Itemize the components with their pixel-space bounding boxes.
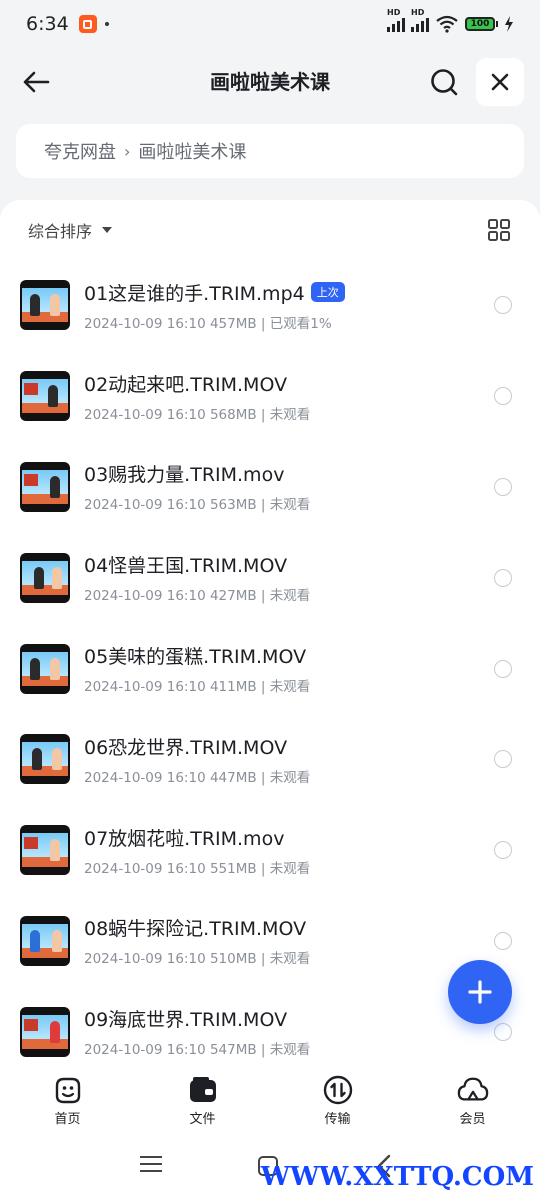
last-watched-badge: 上次 xyxy=(310,282,345,303)
nav-files-label: 文件 xyxy=(189,1112,216,1127)
file-row[interactable]: 06恐龙世界.TRIM.MOV 2024-10-09 16:10 447MB |… xyxy=(0,714,540,805)
select-checkbox[interactable] xyxy=(494,477,512,496)
watermark: WWW.XXTTQ.COM xyxy=(260,1162,534,1192)
video-thumbnail xyxy=(20,552,70,603)
nav-transfer-label: 传输 xyxy=(324,1112,351,1127)
recent-apps-button[interactable] xyxy=(140,1156,162,1174)
file-list-panel: 综合排序 01这是谁的手.TRIM.mp4 上次 2024-10-09 16:1… xyxy=(0,200,540,1070)
select-checkbox[interactable] xyxy=(494,568,512,587)
file-name: 01这是谁的手.TRIM.mp4 xyxy=(84,282,305,305)
breadcrumb-separator: › xyxy=(124,141,131,161)
file-meta: 2024-10-09 16:10 457MB | 已观看1% xyxy=(84,315,332,332)
video-thumbnail xyxy=(20,371,70,422)
plus-icon xyxy=(468,980,492,1004)
top-bar: 画啦啦美术课 xyxy=(0,52,540,112)
sort-dropdown[interactable]: 综合排序 xyxy=(28,218,92,242)
file-row[interactable]: 01这是谁的手.TRIM.mp4 上次 2024-10-09 16:10 457… xyxy=(0,260,540,351)
sort-bar: 综合排序 xyxy=(0,200,540,260)
video-thumbnail xyxy=(20,734,70,785)
file-list: 01这是谁的手.TRIM.mp4 上次 2024-10-09 16:10 457… xyxy=(0,260,540,1077)
file-row[interactable]: 02动起来吧.TRIM.MOV 2024-10-09 16:10 568MB |… xyxy=(0,351,540,442)
search-button[interactable] xyxy=(420,60,468,104)
file-name: 09海底世界.TRIM.MOV xyxy=(84,1009,288,1032)
file-meta: 2024-10-09 16:10 547MB | 未观看 xyxy=(84,1042,311,1059)
bottom-nav: 首页 文件 传输 会员 xyxy=(0,1070,540,1130)
file-meta: 2024-10-09 16:10 447MB | 未观看 xyxy=(84,769,311,786)
file-name: 06恐龙世界.TRIM.MOV xyxy=(84,736,288,759)
video-thumbnail xyxy=(20,461,70,512)
select-checkbox[interactable] xyxy=(494,1022,512,1041)
cloud-member-icon xyxy=(457,1074,489,1106)
charging-icon xyxy=(505,16,513,32)
status-time: 6:34 xyxy=(26,13,69,35)
file-name: 07放烟花啦.TRIM.mov xyxy=(84,827,285,850)
grid-icon xyxy=(488,219,510,241)
breadcrumb: 夸克网盘 › 画啦啦美术课 xyxy=(16,124,524,178)
home-smile-icon xyxy=(52,1074,84,1106)
file-meta: 2024-10-09 16:10 563MB | 未观看 xyxy=(84,497,311,514)
file-name: 05美味的蛋糕.TRIM.MOV xyxy=(84,646,307,669)
wifi-icon xyxy=(436,15,458,33)
app-notification-icon xyxy=(78,15,97,33)
transfer-icon xyxy=(322,1074,354,1106)
video-thumbnail xyxy=(20,280,70,331)
search-icon xyxy=(431,69,458,96)
file-row[interactable]: 04怪兽王国.TRIM.MOV 2024-10-09 16:10 427MB |… xyxy=(0,532,540,623)
breadcrumb-current: 画啦啦美术课 xyxy=(138,142,247,163)
video-thumbnail xyxy=(20,1006,70,1057)
nav-member[interactable]: 会员 xyxy=(405,1070,540,1130)
file-row[interactable]: 07放烟花啦.TRIM.mov 2024-10-09 16:10 551MB |… xyxy=(0,805,540,896)
file-name: 03赐我力量.TRIM.mov xyxy=(84,464,285,487)
nav-files[interactable]: 文件 xyxy=(135,1070,270,1130)
battery-icon: 100 xyxy=(465,17,498,31)
video-thumbnail xyxy=(20,643,70,694)
file-row[interactable]: 03赐我力量.TRIM.mov 2024-10-09 16:10 563MB |… xyxy=(0,442,540,533)
file-meta: 2024-10-09 16:10 411MB | 未观看 xyxy=(84,679,311,696)
status-bar: 6:34 HD HD 100 xyxy=(0,0,540,48)
signal-icon: HD xyxy=(387,8,405,32)
file-meta: 2024-10-09 16:10 427MB | 未观看 xyxy=(84,588,311,605)
system-nav-bar: WWW.XXTTQ.COM xyxy=(0,1130,540,1200)
select-checkbox[interactable] xyxy=(494,931,512,950)
video-thumbnail xyxy=(20,915,70,966)
nav-home[interactable]: 首页 xyxy=(0,1070,135,1130)
close-icon xyxy=(491,73,509,91)
file-name: 04怪兽王国.TRIM.MOV xyxy=(84,555,288,578)
caret-down-icon[interactable] xyxy=(102,227,113,233)
notification-dot-icon xyxy=(104,22,109,26)
select-checkbox[interactable] xyxy=(494,659,512,678)
nav-member-label: 会员 xyxy=(459,1112,486,1127)
breadcrumb-root[interactable]: 夸克网盘 xyxy=(44,138,116,164)
file-meta: 2024-10-09 16:10 568MB | 未观看 xyxy=(84,406,311,423)
file-name: 02动起来吧.TRIM.MOV xyxy=(84,373,288,396)
grid-view-button[interactable] xyxy=(486,217,512,243)
file-name: 08蜗牛探险记.TRIM.MOV xyxy=(84,918,307,941)
add-button[interactable] xyxy=(448,960,512,1024)
close-button[interactable] xyxy=(476,58,524,106)
wallet-file-icon xyxy=(187,1074,219,1106)
file-row[interactable]: 05美味的蛋糕.TRIM.MOV 2024-10-09 16:10 411MB … xyxy=(0,623,540,714)
signal-icon: HD xyxy=(411,8,429,32)
nav-home-label: 首页 xyxy=(54,1112,81,1127)
nav-transfer[interactable]: 传输 xyxy=(270,1070,405,1130)
video-thumbnail xyxy=(20,825,70,876)
file-meta: 2024-10-09 16:10 551MB | 未观看 xyxy=(84,860,311,877)
